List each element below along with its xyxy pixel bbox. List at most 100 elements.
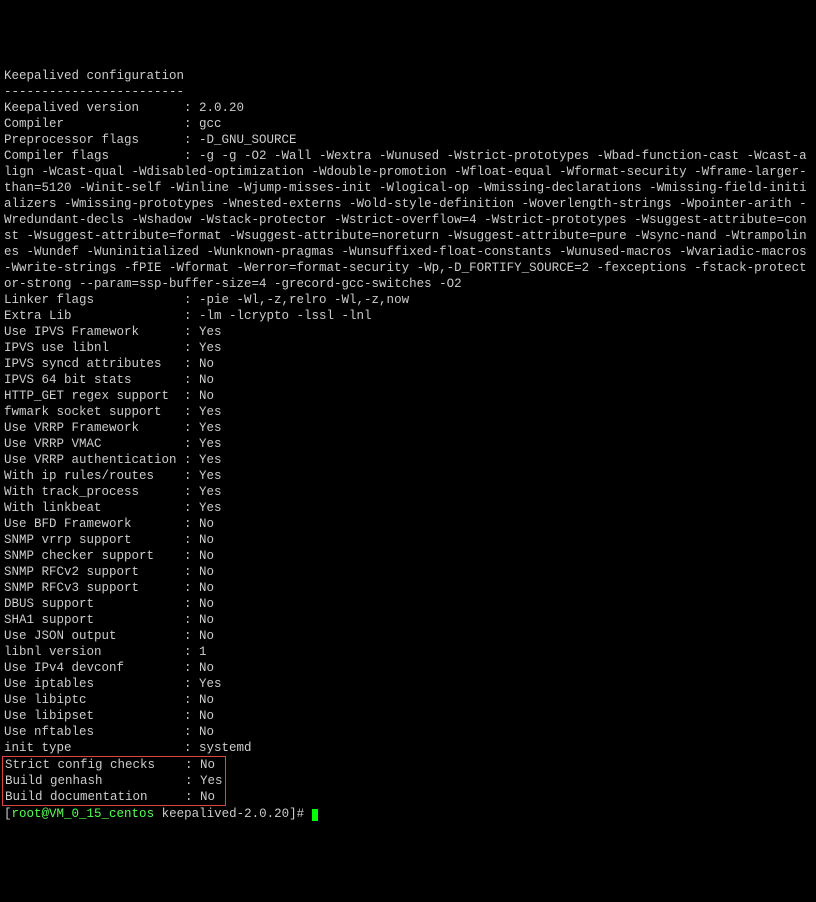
config-key: SNMP RFCv3 support <box>4 580 184 596</box>
config-value: Yes <box>200 774 223 788</box>
config-value: gcc <box>199 117 222 131</box>
config-value: No <box>200 758 215 772</box>
config-value: No <box>199 533 214 547</box>
config-value: No <box>199 517 214 531</box>
separator: : <box>185 774 200 788</box>
prompt-bracket-close: ]# <box>289 807 312 821</box>
section-separator: ------------------------ <box>4 84 812 100</box>
separator: : <box>184 661 199 675</box>
config-value: No <box>199 613 214 627</box>
config-key: SNMP RFCv2 support <box>4 564 184 580</box>
config-row: Use IPVS Framework : Yes <box>4 324 812 340</box>
config-value: No <box>200 790 215 804</box>
config-key: init type <box>4 740 184 756</box>
config-row: SNMP checker support : No <box>4 548 812 564</box>
prompt-space <box>154 807 162 821</box>
prompt-bracket-open: [ <box>4 807 12 821</box>
config-row: HTTP_GET regex support : No <box>4 388 812 404</box>
separator: : <box>184 549 199 563</box>
config-row: Use IPv4 devconf : No <box>4 660 812 676</box>
separator: : <box>184 517 199 531</box>
config-key: DBUS support <box>4 596 184 612</box>
config-key: With linkbeat <box>4 500 184 516</box>
separator: : <box>184 453 199 467</box>
config-row: Use VRRP VMAC : Yes <box>4 436 812 452</box>
config-value: 2.0.20 <box>199 101 244 115</box>
config-value: No <box>199 581 214 595</box>
separator: : <box>184 533 199 547</box>
config-key: Use VRRP Framework <box>4 420 184 436</box>
config-key: Build documentation <box>5 789 185 805</box>
config-key: Use nftables <box>4 724 184 740</box>
config-row: Use nftables : No <box>4 724 812 740</box>
separator: : <box>184 741 199 755</box>
config-value: No <box>199 389 214 403</box>
config-value: Yes <box>199 325 222 339</box>
config-row: IPVS use libnl : Yes <box>4 340 812 356</box>
config-row: Keepalived version : 2.0.20 <box>4 100 812 116</box>
config-key: IPVS syncd attributes <box>4 356 184 372</box>
config-key: Use IPVS Framework <box>4 324 184 340</box>
config-row: Use BFD Framework : No <box>4 516 812 532</box>
config-key: SNMP vrrp support <box>4 532 184 548</box>
config-key: Build genhash <box>5 773 185 789</box>
config-key: SHA1 support <box>4 612 184 628</box>
config-value: Yes <box>199 421 222 435</box>
config-key: Strict config checks <box>5 757 185 773</box>
separator: : <box>184 405 199 419</box>
config-value: No <box>199 709 214 723</box>
config-value: No <box>199 373 214 387</box>
config-key: fwmark socket support <box>4 404 184 420</box>
config-row: init type : systemd <box>4 740 812 756</box>
config-key: SNMP checker support <box>4 548 184 564</box>
separator: : <box>184 117 199 131</box>
separator: : <box>184 693 199 707</box>
separator: : <box>184 469 199 483</box>
config-row: Use libiptc : No <box>4 692 812 708</box>
config-key: Use VRRP VMAC <box>4 436 184 452</box>
config-row: Build genhash : Yes <box>5 773 223 789</box>
separator: : <box>185 790 200 804</box>
config-row: With track_process : Yes <box>4 484 812 500</box>
config-row-compiler-flags: Compiler flags : -g -g -O2 -Wall -Wextra… <box>4 148 812 292</box>
config-value: Yes <box>199 677 222 691</box>
separator: : <box>184 421 199 435</box>
config-key: Use BFD Framework <box>4 516 184 532</box>
config-key: With track_process <box>4 484 184 500</box>
config-row: Use libipset : No <box>4 708 812 724</box>
config-value: No <box>199 597 214 611</box>
separator: : <box>184 437 199 451</box>
config-row: Use VRRP Framework : Yes <box>4 420 812 436</box>
config-row: Use VRRP authentication : Yes <box>4 452 812 468</box>
config-value: Yes <box>199 437 222 451</box>
prompt-host: VM_0_15_centos <box>49 807 154 821</box>
separator: : <box>184 677 199 691</box>
config-key: Use JSON output <box>4 628 184 644</box>
config-value: No <box>199 693 214 707</box>
config-value: Yes <box>199 469 222 483</box>
config-value: No <box>199 549 214 563</box>
shell-prompt[interactable]: [root@VM_0_15_centos keepalived-2.0.20]# <box>4 806 812 822</box>
config-key: Linker flags <box>4 292 184 308</box>
config-value: -g -g -O2 -Wall -Wextra -Wunused -Wstric… <box>4 149 814 291</box>
separator: : <box>184 325 199 339</box>
config-key: Extra Lib <box>4 308 184 324</box>
config-row: Strict config checks : No <box>5 757 223 773</box>
config-key: Use VRRP authentication <box>4 452 184 468</box>
section-title: Keepalived configuration <box>4 68 812 84</box>
config-row: Linker flags : -pie -Wl,-z,relro -Wl,-z,… <box>4 292 812 308</box>
config-row: libnl version : 1 <box>4 644 812 660</box>
prompt-user: root <box>12 807 42 821</box>
config-value: Yes <box>199 341 222 355</box>
separator: : <box>184 709 199 723</box>
separator: : <box>184 501 199 515</box>
separator: : <box>184 101 199 115</box>
config-value: -pie -Wl,-z,relro -Wl,-z,now <box>199 293 409 307</box>
config-value: No <box>199 629 214 643</box>
separator: : <box>184 389 199 403</box>
config-value: systemd <box>199 741 252 755</box>
config-row: With ip rules/routes : Yes <box>4 468 812 484</box>
separator: : <box>184 293 199 307</box>
config-key: Keepalived version <box>4 100 184 116</box>
config-key: Use libiptc <box>4 692 184 708</box>
